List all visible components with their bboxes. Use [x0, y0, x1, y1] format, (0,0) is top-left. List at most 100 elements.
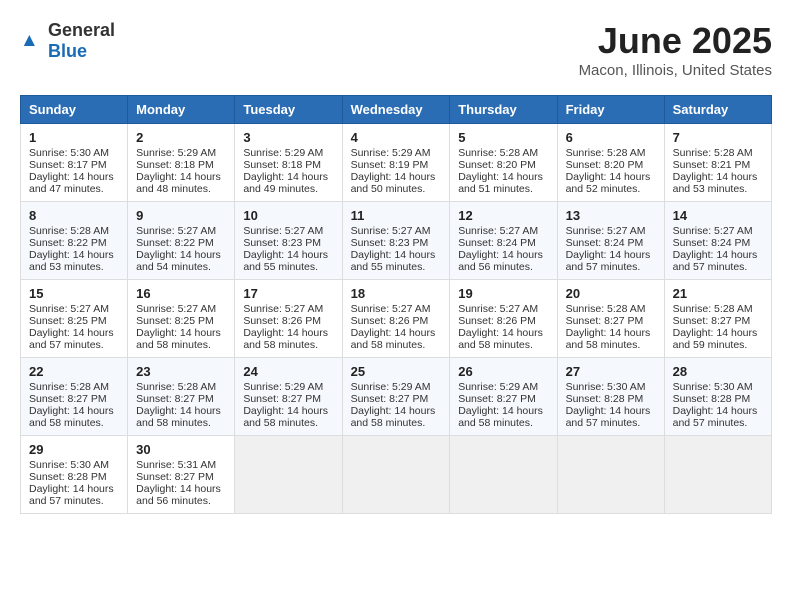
daylight-label: Daylight: 14 hours and 55 minutes.: [351, 249, 436, 273]
sunset-label: Sunset: 8:19 PM: [351, 159, 429, 171]
table-row: [664, 436, 771, 514]
sunset-label: Sunset: 8:26 PM: [351, 315, 429, 327]
table-row: 20 Sunrise: 5:28 AM Sunset: 8:27 PM Dayl…: [557, 280, 664, 358]
sunrise-label: Sunrise: 5:27 AM: [136, 225, 216, 237]
day-number: 16: [136, 286, 226, 301]
day-number: 26: [458, 364, 548, 379]
daylight-label: Daylight: 14 hours and 58 minutes.: [243, 405, 328, 429]
sunset-label: Sunset: 8:28 PM: [566, 393, 644, 405]
day-number: 22: [29, 364, 119, 379]
sunset-label: Sunset: 8:20 PM: [566, 159, 644, 171]
daylight-label: Daylight: 14 hours and 57 minutes.: [673, 249, 758, 273]
table-row: 8 Sunrise: 5:28 AM Sunset: 8:22 PM Dayli…: [21, 202, 128, 280]
sunset-label: Sunset: 8:28 PM: [673, 393, 751, 405]
table-row: 23 Sunrise: 5:28 AM Sunset: 8:27 PM Dayl…: [128, 358, 235, 436]
day-number: 3: [243, 130, 333, 145]
title-area: June 2025 Macon, Illinois, United States: [579, 20, 772, 79]
day-number: 17: [243, 286, 333, 301]
day-number: 23: [136, 364, 226, 379]
daylight-label: Daylight: 14 hours and 58 minutes.: [458, 405, 543, 429]
table-row: 11 Sunrise: 5:27 AM Sunset: 8:23 PM Dayl…: [342, 202, 450, 280]
daylight-label: Daylight: 14 hours and 51 minutes.: [458, 171, 543, 195]
sunrise-label: Sunrise: 5:31 AM: [136, 459, 216, 471]
sunrise-label: Sunrise: 5:30 AM: [29, 459, 109, 471]
day-number: 18: [351, 286, 442, 301]
table-row: 12 Sunrise: 5:27 AM Sunset: 8:24 PM Dayl…: [450, 202, 557, 280]
day-number: 24: [243, 364, 333, 379]
table-row: 4 Sunrise: 5:29 AM Sunset: 8:19 PM Dayli…: [342, 124, 450, 202]
table-row: 28 Sunrise: 5:30 AM Sunset: 8:28 PM Dayl…: [664, 358, 771, 436]
col-header-tuesday: Tuesday: [235, 96, 342, 124]
day-number: 1: [29, 130, 119, 145]
sunrise-label: Sunrise: 5:27 AM: [566, 225, 646, 237]
daylight-label: Daylight: 14 hours and 47 minutes.: [29, 171, 114, 195]
day-number: 27: [566, 364, 656, 379]
sunset-label: Sunset: 8:26 PM: [458, 315, 536, 327]
calendar-week-row: 22 Sunrise: 5:28 AM Sunset: 8:27 PM Dayl…: [21, 358, 772, 436]
col-header-wednesday: Wednesday: [342, 96, 450, 124]
daylight-label: Daylight: 14 hours and 52 minutes.: [566, 171, 651, 195]
daylight-label: Daylight: 14 hours and 58 minutes.: [243, 327, 328, 351]
daylight-label: Daylight: 14 hours and 53 minutes.: [29, 249, 114, 273]
day-number: 12: [458, 208, 548, 223]
table-row: 15 Sunrise: 5:27 AM Sunset: 8:25 PM Dayl…: [21, 280, 128, 358]
sunrise-label: Sunrise: 5:28 AM: [29, 381, 109, 393]
sunset-label: Sunset: 8:27 PM: [136, 393, 214, 405]
sunrise-label: Sunrise: 5:29 AM: [243, 147, 323, 159]
sunrise-label: Sunrise: 5:27 AM: [29, 303, 109, 315]
sunset-label: Sunset: 8:27 PM: [673, 315, 751, 327]
daylight-label: Daylight: 14 hours and 50 minutes.: [351, 171, 436, 195]
sunset-label: Sunset: 8:18 PM: [136, 159, 214, 171]
day-number: 4: [351, 130, 442, 145]
sunrise-label: Sunrise: 5:27 AM: [351, 303, 431, 315]
sunset-label: Sunset: 8:27 PM: [566, 315, 644, 327]
daylight-label: Daylight: 14 hours and 58 minutes.: [136, 405, 221, 429]
table-row: 19 Sunrise: 5:27 AM Sunset: 8:26 PM Dayl…: [450, 280, 557, 358]
sunset-label: Sunset: 8:22 PM: [136, 237, 214, 249]
sunset-label: Sunset: 8:21 PM: [673, 159, 751, 171]
day-number: 19: [458, 286, 548, 301]
col-header-sunday: Sunday: [21, 96, 128, 124]
table-row: [342, 436, 450, 514]
table-row: [450, 436, 557, 514]
table-row: 3 Sunrise: 5:29 AM Sunset: 8:18 PM Dayli…: [235, 124, 342, 202]
table-row: 21 Sunrise: 5:28 AM Sunset: 8:27 PM Dayl…: [664, 280, 771, 358]
sunset-label: Sunset: 8:24 PM: [458, 237, 536, 249]
day-number: 15: [29, 286, 119, 301]
sunset-label: Sunset: 8:25 PM: [136, 315, 214, 327]
logo-blue: Blue: [48, 41, 87, 61]
table-row: 16 Sunrise: 5:27 AM Sunset: 8:25 PM Dayl…: [128, 280, 235, 358]
header: ▲ General Blue June 2025 Macon, Illinois…: [20, 20, 772, 79]
daylight-label: Daylight: 14 hours and 54 minutes.: [136, 249, 221, 273]
day-number: 9: [136, 208, 226, 223]
table-row: 9 Sunrise: 5:27 AM Sunset: 8:22 PM Dayli…: [128, 202, 235, 280]
sunset-label: Sunset: 8:23 PM: [243, 237, 321, 249]
day-number: 2: [136, 130, 226, 145]
daylight-label: Daylight: 14 hours and 58 minutes.: [136, 327, 221, 351]
table-row: 2 Sunrise: 5:29 AM Sunset: 8:18 PM Dayli…: [128, 124, 235, 202]
sunrise-label: Sunrise: 5:27 AM: [136, 303, 216, 315]
col-header-thursday: Thursday: [450, 96, 557, 124]
sunset-label: Sunset: 8:24 PM: [673, 237, 751, 249]
day-number: 13: [566, 208, 656, 223]
calendar-title: June 2025: [579, 20, 772, 62]
sunset-label: Sunset: 8:17 PM: [29, 159, 107, 171]
calendar-week-row: 1 Sunrise: 5:30 AM Sunset: 8:17 PM Dayli…: [21, 124, 772, 202]
sunrise-label: Sunrise: 5:28 AM: [136, 381, 216, 393]
sunrise-label: Sunrise: 5:27 AM: [243, 303, 323, 315]
logo-icon: ▲: [20, 29, 44, 53]
daylight-label: Daylight: 14 hours and 56 minutes.: [458, 249, 543, 273]
calendar-subtitle: Macon, Illinois, United States: [579, 62, 772, 79]
calendar-week-row: 29 Sunrise: 5:30 AM Sunset: 8:28 PM Dayl…: [21, 436, 772, 514]
logo-general: General: [48, 20, 115, 40]
sunrise-label: Sunrise: 5:28 AM: [458, 147, 538, 159]
sunrise-label: Sunrise: 5:30 AM: [673, 381, 753, 393]
table-row: [557, 436, 664, 514]
table-row: 29 Sunrise: 5:30 AM Sunset: 8:28 PM Dayl…: [21, 436, 128, 514]
day-number: 5: [458, 130, 548, 145]
daylight-label: Daylight: 14 hours and 55 minutes.: [243, 249, 328, 273]
day-number: 21: [673, 286, 763, 301]
daylight-label: Daylight: 14 hours and 57 minutes.: [566, 405, 651, 429]
table-row: 17 Sunrise: 5:27 AM Sunset: 8:26 PM Dayl…: [235, 280, 342, 358]
table-row: 5 Sunrise: 5:28 AM Sunset: 8:20 PM Dayli…: [450, 124, 557, 202]
